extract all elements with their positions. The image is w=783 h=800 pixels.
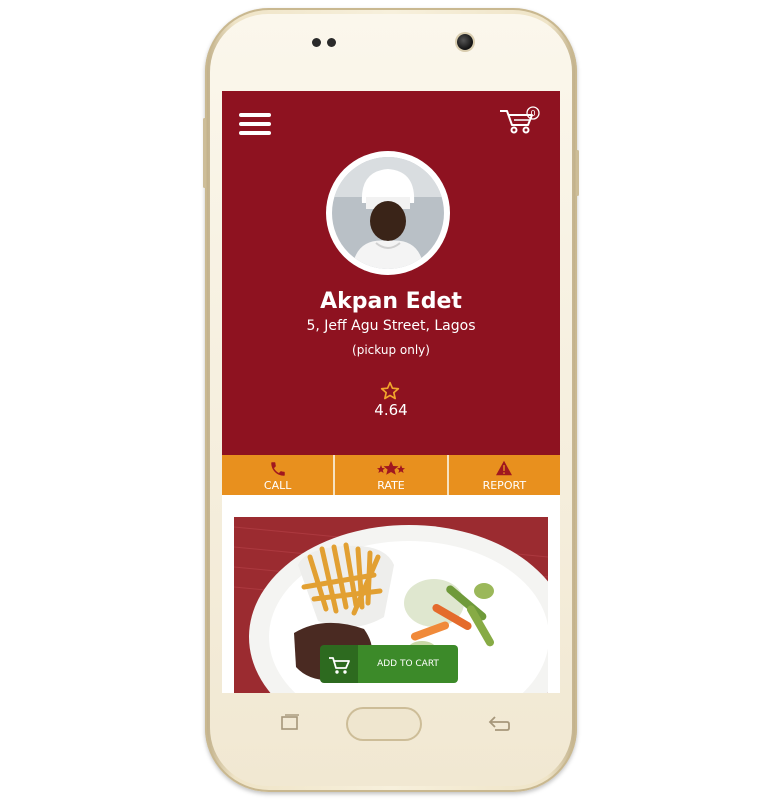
chef-name: Akpan Edet — [320, 289, 462, 314]
speaker-dot — [312, 38, 321, 47]
cart-count: 0 — [530, 109, 535, 118]
star-outline-icon — [380, 381, 400, 400]
rating-value: 4.64 — [374, 401, 408, 419]
power-button — [576, 150, 579, 196]
warning-icon — [496, 460, 513, 476]
avatar — [326, 151, 450, 275]
chef-address: 5, Jeff Agu Street, Lagos — [306, 318, 476, 334]
volume-button — [203, 118, 206, 188]
report-button[interactable]: REPORT — [446, 455, 560, 495]
add-to-cart-icon-box — [320, 645, 358, 683]
star-badge-icon — [376, 461, 405, 475]
chef-photo — [332, 157, 444, 269]
action-bar: CALL RATE REPORT — [222, 455, 560, 495]
cart-icon[interactable]: 0 — [498, 105, 542, 135]
app-screen: 0 Akpan Edet 5, Jeff Agu Street, Lagos (… — [222, 91, 560, 693]
pickup-note: (pickup only) — [352, 343, 430, 357]
rate-label: RATE — [377, 479, 405, 492]
home-button[interactable] — [346, 707, 422, 741]
report-label: REPORT — [482, 479, 527, 492]
back-icon[interactable] — [487, 714, 511, 732]
speaker-dot — [327, 38, 336, 47]
profile-header: 0 Akpan Edet 5, Jeff Agu Street, Lagos (… — [222, 91, 560, 455]
call-button[interactable]: CALL — [222, 455, 333, 495]
front-camera-icon — [457, 34, 473, 50]
hamburger-icon[interactable] — [239, 113, 271, 135]
recent-apps-icon[interactable] — [279, 714, 301, 732]
add-to-cart-label: ADD TO CART — [358, 645, 458, 683]
call-label: CALL — [263, 479, 292, 492]
cart-icon — [329, 657, 350, 674]
rate-button[interactable]: RATE — [333, 455, 446, 495]
phone-icon — [270, 462, 285, 476]
add-to-cart-button[interactable]: ADD TO CART — [320, 645, 458, 683]
